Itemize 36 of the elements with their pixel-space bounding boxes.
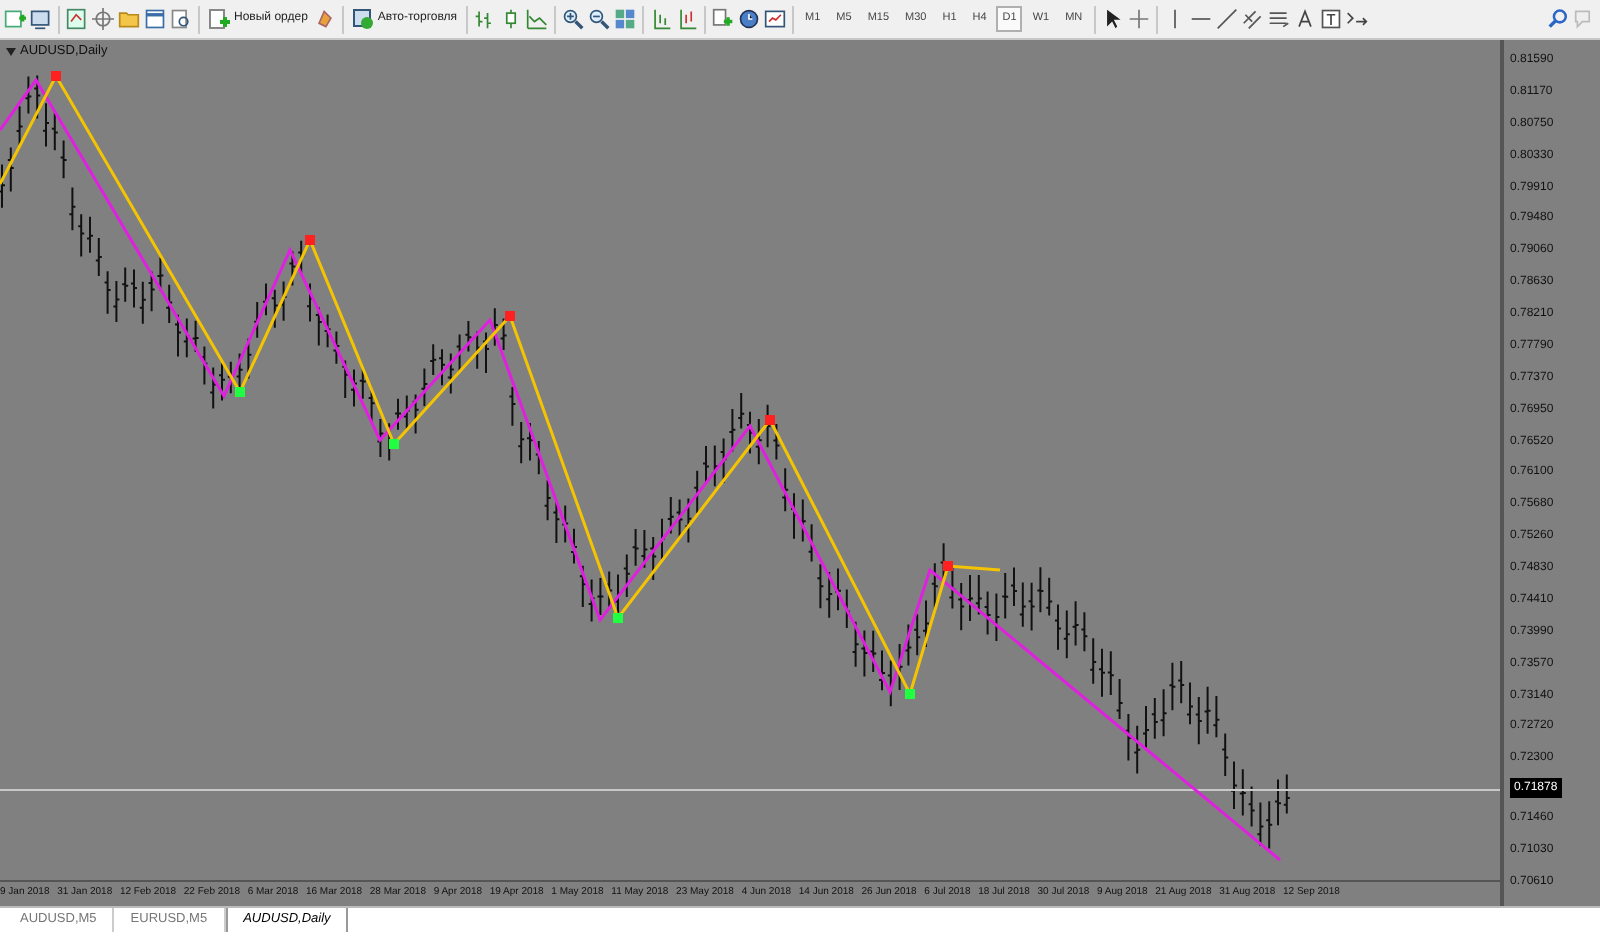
peak-marker	[765, 415, 775, 425]
crosshair-target-icon[interactable]	[92, 8, 114, 30]
chart-shift-icon[interactable]	[649, 8, 672, 30]
channel-icon[interactable]	[1242, 8, 1265, 30]
line-chart-icon[interactable]	[525, 8, 548, 30]
profiles-icon[interactable]	[30, 8, 52, 30]
trough-marker	[389, 439, 399, 449]
bar-chart-icon[interactable]	[473, 8, 496, 30]
zoom-in-icon[interactable]	[561, 8, 584, 30]
window-icon[interactable]	[144, 8, 166, 30]
document-search-icon[interactable]	[170, 8, 192, 30]
autoscroll-icon[interactable]	[675, 8, 698, 30]
template-icon[interactable]	[763, 8, 786, 30]
text-label-icon[interactable]	[1320, 8, 1343, 30]
trough-marker	[905, 689, 915, 699]
search-icon[interactable]	[1548, 8, 1570, 30]
arrows-icon[interactable]	[1346, 8, 1369, 30]
text-icon[interactable]	[1294, 8, 1317, 30]
indicator-add-icon[interactable]	[711, 8, 734, 30]
trough-marker	[613, 613, 623, 623]
trendline-icon[interactable]	[1216, 8, 1239, 30]
cursor-icon[interactable]	[1102, 8, 1125, 30]
clock-icon[interactable]	[737, 8, 760, 30]
market-watch-icon[interactable]	[66, 8, 88, 30]
folder-icon[interactable]	[118, 8, 140, 30]
new-order-icon	[208, 8, 230, 30]
peak-marker	[51, 71, 61, 81]
tile-windows-icon[interactable]	[613, 8, 636, 30]
peak-marker	[305, 235, 315, 245]
dropdown-triangle-icon	[6, 47, 16, 56]
auto-trading-icon	[351, 8, 374, 30]
peak-marker	[505, 311, 515, 321]
peak-marker	[943, 561, 953, 571]
new-chart-icon[interactable]	[4, 8, 26, 30]
zoom-out-icon[interactable]	[587, 8, 610, 30]
trough-marker	[235, 387, 245, 397]
